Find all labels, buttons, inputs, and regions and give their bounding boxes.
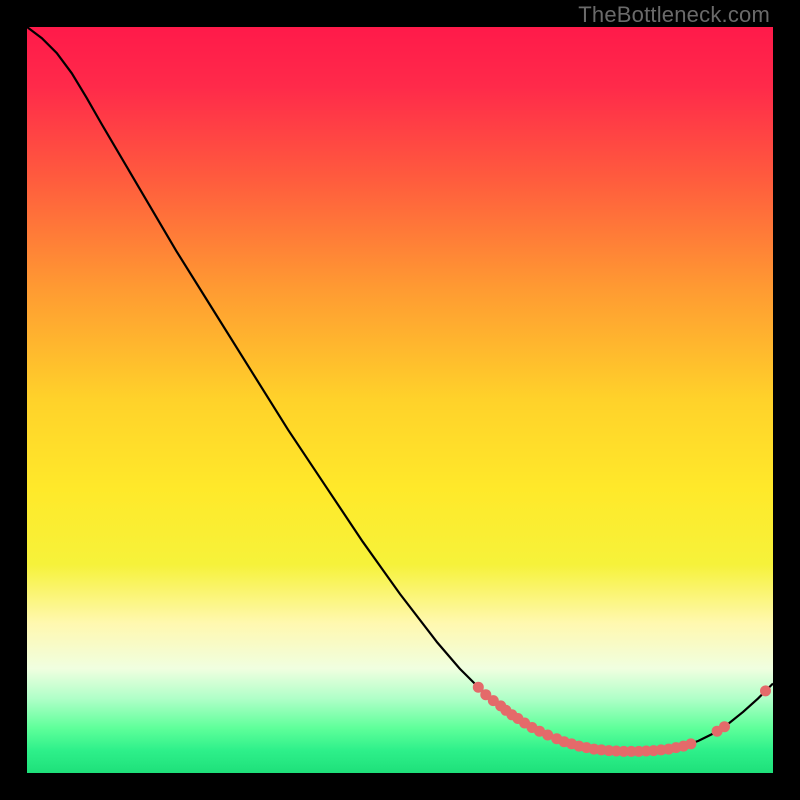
chart-frame: TheBottleneck.com [0,0,800,800]
chart-svg [27,27,773,773]
data-marker [760,685,771,696]
plot-area [27,27,773,773]
gradient-background [27,27,773,773]
data-marker [685,738,696,749]
data-marker [719,721,730,732]
watermark-text: TheBottleneck.com [578,2,770,28]
